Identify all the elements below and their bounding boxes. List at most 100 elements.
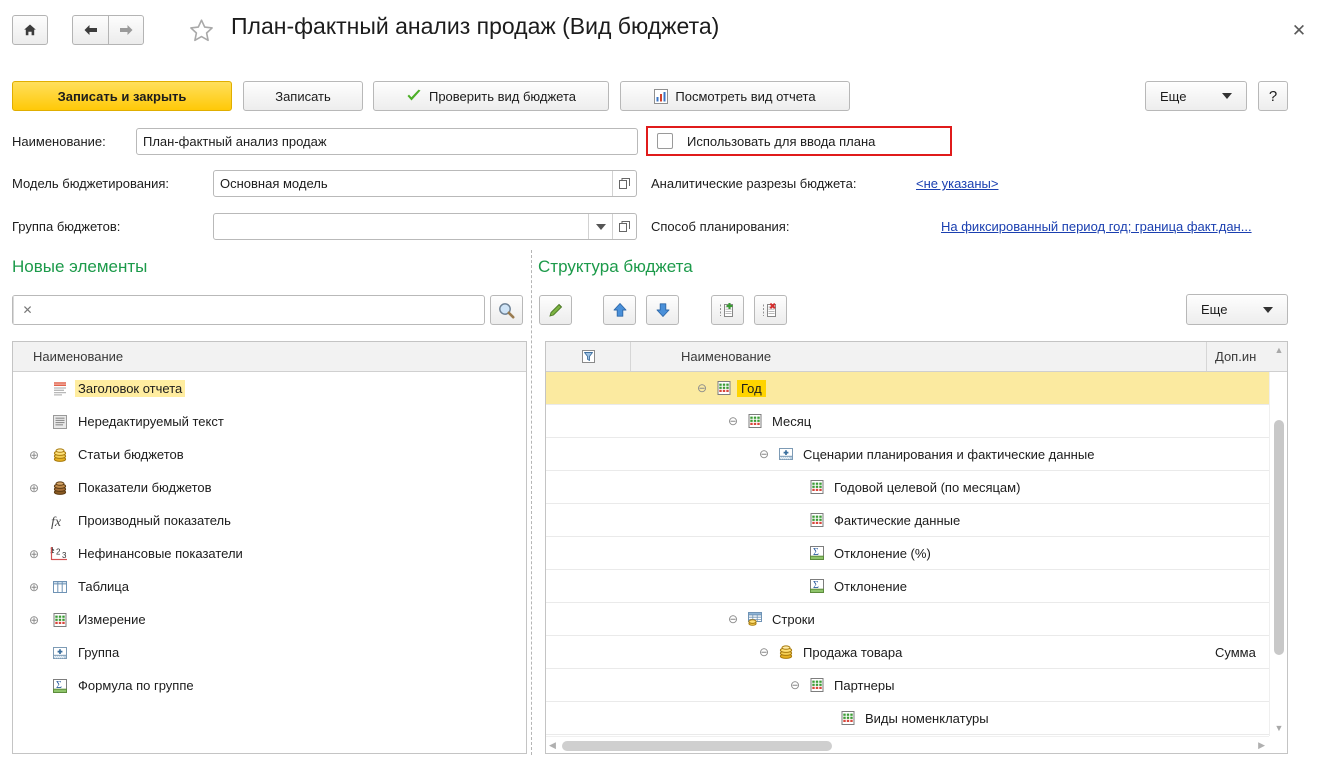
preview-report-view-button[interactable]: Посмотреть вид отчета [620, 81, 850, 111]
save-and-close-label: Записать и закрыть [57, 88, 187, 104]
filter-icon[interactable] [546, 342, 631, 371]
home-button[interactable] [12, 15, 48, 45]
collapse-icon[interactable]: ⊖ [724, 414, 742, 428]
budget-model-label: Модель бюджетирования: [12, 176, 170, 191]
budget-structure-column-name[interactable]: Наименование [631, 342, 1207, 371]
use-for-plan-checkbox[interactable] [657, 133, 673, 149]
search-button[interactable] [490, 295, 523, 325]
collapse-icon[interactable]: ⊖ [786, 678, 804, 692]
vertical-scrollbar-thumb[interactable] [1274, 420, 1284, 655]
budget-structure-tree: ⊖ Год ⊖ Месяц ⊖ Сценарии планирования и факти… [546, 372, 1287, 735]
delete-group-button[interactable] [754, 295, 787, 325]
table-row[interactable]: Годовой целевой (по месяцам) [546, 471, 1287, 504]
sum-formula-icon: Σ [45, 677, 75, 695]
table-row[interactable]: ⊖ Продажа товара Сумма [546, 636, 1287, 669]
save-button[interactable]: Записать [243, 81, 363, 111]
list-item-label: Статьи бюджетов [78, 447, 184, 462]
new-elements-table-header: Наименование [13, 342, 526, 372]
analytics-label: Аналитические разрезы бюджета: [651, 176, 857, 191]
new-elements-list: Заголовок отчета Нередактируемый текст ⊕ Ст… [13, 372, 526, 702]
table-row[interactable]: ⊖ Сценарии планирования и фактические дан… [546, 438, 1287, 471]
tree-node-label: Годовой целевой (по месяцам) [834, 479, 1021, 495]
expand-icon[interactable]: ⊕ [23, 547, 45, 561]
horizontal-scrollbar[interactable]: ◀ ▶ [546, 736, 1269, 753]
scroll-right-icon[interactable]: ▶ [1258, 740, 1265, 751]
planning-method-link[interactable]: На фиксированный период год; граница фак… [941, 219, 1252, 234]
budget-group-input[interactable] [213, 213, 637, 240]
new-elements-heading: Новые элементы [12, 257, 148, 276]
list-item[interactable]: ⊕ Измерение [13, 603, 526, 636]
back-button[interactable] [72, 15, 108, 45]
dimension-icon [835, 709, 861, 727]
table-row[interactable]: ⊖ Год [546, 372, 1287, 405]
open-budget-group-icon[interactable] [612, 214, 636, 239]
expand-icon[interactable]: ⊕ [23, 613, 45, 627]
list-item[interactable]: ⊕ 1 2 3 Нефинансовые показатели [13, 537, 526, 570]
list-item[interactable]: Нередактируемый текст [13, 405, 526, 438]
scroll-down-icon[interactable]: ▼ [1270, 720, 1287, 736]
table-row[interactable]: Фактические данные [546, 504, 1287, 537]
add-group-button[interactable] [711, 295, 744, 325]
favorite-star-icon[interactable] [186, 16, 216, 46]
row-gutter [546, 669, 631, 701]
list-item[interactable]: Заголовок отчета [13, 372, 526, 405]
scroll-left-icon[interactable]: ◀ [549, 740, 556, 751]
table-row[interactable]: Σ Отклонение [546, 570, 1287, 603]
tree-node: ⊖ Строки [631, 603, 1207, 635]
row-gutter [546, 570, 631, 602]
save-and-close-button[interactable]: Записать и закрыть [12, 81, 232, 111]
group-icon [773, 445, 799, 463]
expand-icon[interactable]: ⊕ [23, 481, 45, 495]
table-row[interactable]: ⊖ Месяц [546, 405, 1287, 438]
table-row[interactable]: Σ Отклонение (%) [546, 537, 1287, 570]
search-input[interactable]: ✕ [12, 295, 485, 325]
move-down-button[interactable] [646, 295, 679, 325]
forward-button[interactable] [108, 15, 144, 45]
more-menu-button-right[interactable]: Еще [1186, 294, 1288, 325]
budget-model-input[interactable]: Основная модель [213, 170, 637, 197]
table-row[interactable]: ⊖ Партнеры [546, 669, 1287, 702]
budget-group-dropdown-icon[interactable] [588, 214, 612, 239]
row-gutter [546, 372, 631, 404]
expand-icon[interactable]: ⊕ [23, 580, 45, 594]
collapse-icon[interactable]: ⊖ [755, 645, 773, 659]
list-item[interactable]: Σ Формула по группе [13, 669, 526, 702]
planning-method-label: Способ планирования: [651, 219, 790, 234]
name-input[interactable]: План-фактный анализ продаж [136, 128, 638, 155]
list-item[interactable]: ⊕ Показатели бюджетов [13, 471, 526, 504]
list-item-label: Формула по группе [78, 678, 194, 693]
check-budget-view-button[interactable]: Проверить вид бюджета [373, 81, 609, 111]
help-label: ? [1268, 87, 1278, 105]
collapse-icon[interactable]: ⊖ [693, 381, 711, 395]
new-elements-column-name: Наименование [33, 349, 124, 364]
more-menu-button-top[interactable]: Еще [1145, 81, 1247, 111]
help-button[interactable]: ? [1258, 81, 1288, 111]
horizontal-scrollbar-thumb[interactable] [562, 741, 832, 751]
close-icon[interactable]: ✕ [1289, 20, 1309, 40]
collapse-icon[interactable]: ⊖ [755, 447, 773, 461]
scroll-up-icon[interactable]: ▲ [1270, 342, 1287, 358]
tree-node-label: Сценарии планирования и фактические данн… [803, 446, 1095, 462]
list-item[interactable]: fx Производный показатель [13, 504, 526, 537]
arrow-right-icon [118, 24, 134, 36]
vertical-scrollbar[interactable]: ▲ ▼ [1269, 345, 1287, 736]
list-item[interactable]: ⊕ Таблица [13, 570, 526, 603]
name-input-value: План-фактный анализ продаж [143, 134, 327, 149]
collapse-icon[interactable]: ⊖ [724, 612, 742, 626]
open-model-icon[interactable] [612, 171, 636, 196]
analytics-link[interactable]: <не указаны> [916, 176, 998, 191]
row-gutter [546, 471, 631, 503]
panel-divider[interactable] [531, 250, 532, 755]
list-item[interactable]: Группа [13, 636, 526, 669]
row-gutter [546, 603, 631, 635]
edit-button[interactable] [539, 295, 572, 325]
clear-icon[interactable]: ✕ [13, 296, 41, 324]
expand-icon[interactable]: ⊕ [23, 448, 45, 462]
move-up-button[interactable] [603, 295, 636, 325]
svg-text:fx: fx [51, 515, 62, 530]
more-label-right: Еще [1201, 302, 1228, 317]
list-item-label: Таблица [78, 579, 129, 594]
table-row[interactable]: ⊖ Строки [546, 603, 1287, 636]
table-row[interactable]: Виды номенклатуры [546, 702, 1287, 735]
list-item[interactable]: ⊕ Статьи бюджетов [13, 438, 526, 471]
